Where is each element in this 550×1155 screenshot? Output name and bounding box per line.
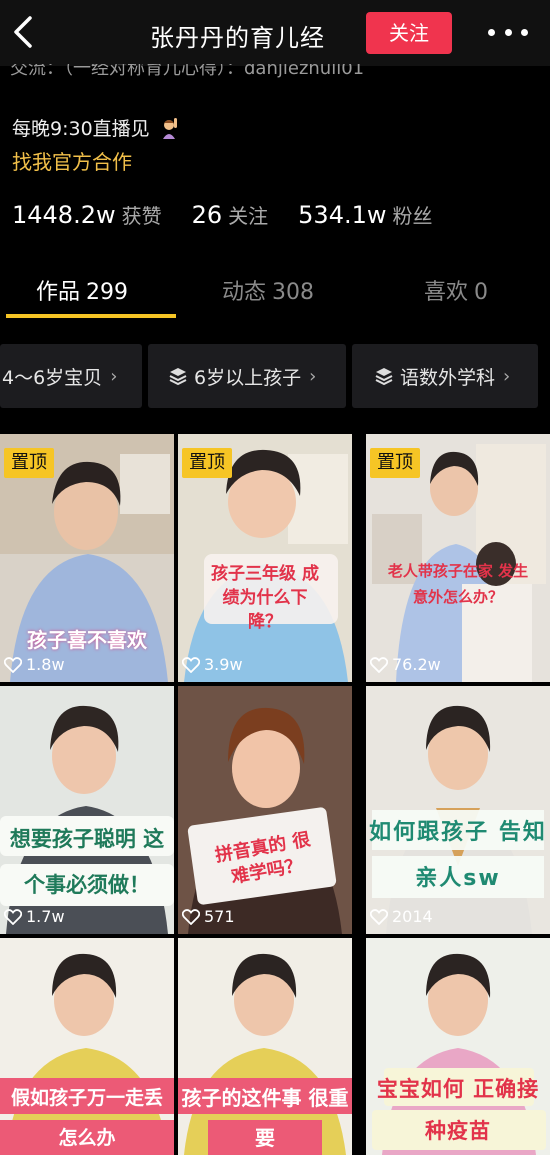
tab-active-indicator — [6, 314, 176, 318]
stat-fans-value: 534.1w — [298, 201, 387, 229]
chip-label: 6岁以上孩子 — [194, 366, 302, 389]
like-count: 76.2w — [370, 655, 441, 674]
pinned-badge: 置顶 — [4, 448, 54, 478]
chip-age-4-6[interactable]: 4～6岁宝贝 › — [0, 344, 142, 408]
layers-icon — [375, 368, 393, 386]
tab-works-count: 299 — [86, 280, 129, 305]
tab-works-label: 作品 — [36, 280, 81, 305]
like-count: 1.8w — [4, 655, 65, 674]
video-thumbnail[interactable]: 孩子的这件事 很重要 — [178, 938, 352, 1155]
tab-activity-label: 动态 — [222, 280, 267, 305]
video-caption: 如何跟孩子 告知亲人sw — [369, 820, 547, 891]
layers-icon — [169, 368, 187, 386]
pinned-badge: 置顶 — [182, 448, 232, 478]
video-thumbnail[interactable]: 置顶 孩子三年级 成绩为什么下降？ 3.9w — [178, 434, 352, 682]
video-thumbnail[interactable]: 置顶 老人带孩子在家 发生意外怎么办？ 76.2w — [366, 434, 550, 682]
tab-works[interactable]: 作品 299 — [36, 274, 128, 306]
video-thumbnail-image — [178, 686, 352, 934]
video-caption: 宝宝如何 正确接种疫苗 — [376, 1077, 540, 1143]
tab-likes-label: 喜欢 — [424, 280, 469, 305]
like-count: 3.9w — [182, 655, 243, 674]
video-thumbnail[interactable]: 拼音真的 很难学吗？ 571 — [178, 686, 352, 934]
video-caption: 孩子的这件事 很重要 — [181, 1086, 349, 1150]
heart-outline-icon — [182, 908, 200, 925]
video-thumbnail[interactable]: 置顶 孩子喜不喜欢 1.8w — [0, 434, 174, 682]
video-thumbnail[interactable]: 想要孩子聪明 这个事必须做！ 1.7w — [0, 686, 174, 934]
tab-likes-count: 0 — [474, 280, 489, 305]
more-button[interactable] — [488, 24, 528, 40]
video-caption: 孩子三年级 成绩为什么下降？ — [211, 564, 319, 632]
tab-likes[interactable]: 喜欢 0 — [424, 274, 488, 306]
chevron-right-icon: › — [110, 365, 118, 387]
heart-outline-icon — [4, 656, 22, 673]
back-button[interactable] — [10, 14, 40, 50]
chip-label: 语数外学科 — [400, 366, 496, 389]
like-count: 2014 — [370, 907, 433, 926]
stat-likes-value: 1448.2w — [12, 201, 116, 229]
bio-truncated-line: 交流：（一经对称育儿心得）：danjiezhuli01 — [10, 64, 365, 79]
like-count: 571 — [182, 907, 235, 926]
video-thumbnail[interactable]: 假如孩子万一走丢 怎么办 — [0, 938, 174, 1155]
heart-outline-icon — [370, 908, 388, 925]
more-dots-icon — [488, 28, 495, 36]
chevron-right-icon: › — [503, 365, 511, 387]
chip-subjects[interactable]: 语数外学科 › — [352, 344, 538, 408]
stat-fans[interactable]: 534.1w 粉丝 — [298, 200, 432, 229]
chip-age-6-plus[interactable]: 6岁以上孩子 › — [148, 344, 346, 408]
chip-label: 4～6岁宝贝 — [2, 366, 103, 389]
video-caption: 孩子喜不喜欢 — [27, 628, 147, 652]
chevron-right-icon: › — [309, 365, 317, 387]
stat-following[interactable]: 26 关注 — [192, 200, 269, 229]
heart-outline-icon — [4, 908, 22, 925]
video-thumbnail[interactable]: 如何跟孩子 告知亲人sw 2014 — [366, 686, 550, 934]
official-cooperation-link[interactable]: 找我官方合作 — [12, 146, 132, 175]
stat-likes[interactable]: 1448.2w 获赞 — [12, 200, 162, 229]
tab-activity[interactable]: 动态 308 — [222, 274, 314, 306]
chevron-left-icon — [14, 16, 32, 48]
like-count-value: 1.7w — [26, 907, 65, 926]
video-thumbnail[interactable]: 宝宝如何 正确接种疫苗 — [366, 938, 550, 1155]
like-count-value: 571 — [204, 907, 235, 926]
like-count: 1.7w — [4, 907, 65, 926]
profile-tabs: 作品 299 动态 308 喜欢 0 — [0, 260, 550, 322]
video-caption: 假如孩子万一走丢 怎么办 — [10, 1087, 163, 1149]
category-chips: 4～6岁宝贝 › 6岁以上孩子 › 语数外学科 › — [0, 344, 550, 408]
like-count-value: 1.8w — [26, 655, 65, 674]
live-schedule-text: 每晚9:30直播见 — [12, 118, 150, 140]
like-count-value: 3.9w — [204, 655, 243, 674]
like-count-value: 76.2w — [392, 655, 441, 674]
follow-button[interactable]: 关注 — [366, 12, 452, 54]
stat-fans-label: 粉丝 — [392, 204, 433, 228]
person-raising-hand-icon — [162, 118, 177, 139]
heart-outline-icon — [182, 656, 200, 673]
stat-following-label: 关注 — [228, 204, 269, 228]
stat-likes-label: 获赞 — [121, 204, 162, 228]
pinned-badge: 置顶 — [370, 448, 420, 478]
video-caption: 老人带孩子在家 发生意外怎么办？ — [387, 562, 529, 606]
live-schedule: 每晚9:30直播见 — [12, 114, 180, 141]
tab-activity-count: 308 — [272, 280, 315, 305]
video-caption: 想要孩子聪明 这个事必须做！ — [9, 827, 165, 897]
heart-outline-icon — [370, 656, 388, 673]
like-count-value: 2014 — [392, 907, 433, 926]
profile-stats: 1448.2w 获赞 26 关注 534.1w 粉丝 — [12, 200, 463, 229]
stat-following-value: 26 — [191, 201, 223, 229]
top-bar: 张丹丹的育儿经 关注 — [0, 0, 550, 66]
page-title: 张丹丹的育儿经 — [150, 24, 325, 52]
